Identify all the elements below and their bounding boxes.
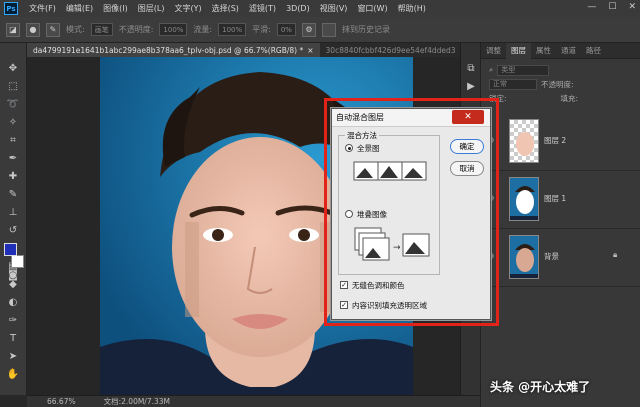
tab-label: 30c8840fcbbf426d9ee54ef4dded3 — [325, 45, 456, 55]
quick-mask-icon[interactable]: ◙ — [6, 268, 20, 282]
highlight-box — [324, 98, 499, 326]
menu-3d[interactable]: 3D(D) — [281, 4, 315, 13]
layer-row[interactable]: ◉ 图层 2 — [481, 113, 640, 171]
document-tabs: da4799191e1641b1abc299ae8b378aa6_tplv-ob… — [27, 43, 480, 57]
fill-label: 填充: — [560, 93, 579, 103]
close-icon[interactable]: ✕ — [628, 2, 636, 12]
eraser-tool-icon[interactable]: ◪ — [6, 22, 20, 37]
move-tool-icon[interactable]: ✥ — [6, 61, 20, 75]
panel-tabs: 调整 图层 属性 通道 路径 — [481, 42, 640, 59]
layer-name[interactable]: 图层 2 — [544, 135, 566, 146]
options-bar: ◪ ● ✎ 模式: 画笔 不透明度: 100% 流量: 100% 平滑: 0% … — [0, 17, 640, 43]
kind-filter-select[interactable]: 类型 — [497, 64, 550, 76]
history-panel-icon[interactable]: ⧉ — [464, 61, 478, 75]
flow-field[interactable]: 100% — [218, 23, 247, 36]
menu-help[interactable]: 帮助(H) — [393, 3, 431, 14]
layer-row[interactable]: ◉ 背景 🔒︎ — [481, 229, 640, 287]
menu-type[interactable]: 文字(Y) — [169, 3, 206, 14]
opacity-label: 不透明度: — [118, 25, 154, 34]
menu-view[interactable]: 视图(V) — [315, 3, 353, 14]
maximize-icon[interactable]: ☐ — [608, 2, 616, 12]
lock-row: 锁定: 填充: — [481, 91, 640, 105]
flow-label: 流量: — [193, 25, 213, 34]
lasso-tool-icon[interactable]: ➰ — [6, 97, 20, 111]
tab-paths[interactable]: 路径 — [581, 43, 606, 59]
layer-thumbnail — [509, 177, 539, 221]
minimize-icon[interactable]: — — [587, 2, 596, 12]
menu-bar: Ps 文件(F) 编辑(E) 图像(I) 图层(L) 文字(Y) 选择(S) 滤… — [0, 0, 640, 17]
history-label: 抹到历史记录 — [341, 25, 390, 34]
menu-layer[interactable]: 图层(L) — [133, 3, 170, 14]
brush-preset-icon[interactable]: ● — [26, 22, 40, 37]
tab-properties[interactable]: 属性 — [531, 43, 556, 59]
watermark-text: 头条 @开心太难了 — [490, 380, 591, 394]
search-icon: ⌕ — [489, 65, 494, 74]
actions-panel-icon[interactable]: ▶ — [464, 79, 478, 93]
ps-logo: Ps — [4, 2, 18, 15]
tab-adjustments[interactable]: 调整 — [481, 43, 506, 59]
toolbox: ✥ ⬚ ➰ ✧ ⌗ ✒ ✚ ✎ ⊥ ↺ ◪ ▤ ◆ ◐ ✑ T ➤ ✋ — [0, 43, 27, 395]
crop-tool-icon[interactable]: ⌗ — [6, 133, 20, 147]
smooth-field[interactable]: 0% — [276, 23, 296, 36]
foreground-color-swatch[interactable] — [4, 243, 17, 256]
tab-label: da4799191e1641b1abc299ae8b378aa6_tplv-ob… — [33, 45, 304, 55]
type-tool-icon[interactable]: T — [6, 331, 20, 345]
marquee-tool-icon[interactable]: ⬚ — [6, 79, 20, 93]
gear-icon[interactable]: ⚙ — [301, 22, 316, 37]
tab-channels[interactable]: 通道 — [556, 43, 581, 59]
pen-tool-icon[interactable]: ✑ — [6, 313, 20, 327]
hand-tool-icon[interactable]: ✋ — [6, 367, 20, 381]
brush-settings-icon[interactable]: ✎ — [46, 22, 60, 37]
layer-thumbnail — [509, 235, 539, 279]
history-brush-icon[interactable]: ↺ — [6, 223, 20, 237]
layer-thumbnail — [509, 119, 539, 163]
stamp-tool-icon[interactable]: ⊥ — [6, 205, 20, 219]
tab-document-inactive[interactable]: 30c8840fcbbf426d9ee54ef4dded3 — [320, 43, 462, 57]
healing-tool-icon[interactable]: ✚ — [6, 169, 20, 183]
tab-layers[interactable]: 图层 — [506, 42, 531, 59]
brush-tool-icon[interactable]: ✎ — [6, 187, 20, 201]
photoshop-window: Ps 文件(F) 编辑(E) 图像(I) 图层(L) 文字(Y) 选择(S) 滤… — [0, 0, 640, 407]
path-select-tool-icon[interactable]: ➤ — [6, 349, 20, 363]
background-color-swatch[interactable] — [11, 255, 24, 268]
menu-file[interactable]: 文件(F) — [24, 3, 61, 14]
status-bar: 66.67% 文档:2.00M/7.33M — [27, 395, 480, 407]
layer-row[interactable]: ◉ 图层 1 — [481, 171, 640, 229]
filter-row: ⌕ 类型 — [481, 63, 640, 77]
opacity-field[interactable]: 100% — [159, 23, 188, 36]
eyedropper-tool-icon[interactable]: ✒ — [6, 151, 20, 165]
window-controls: — ☐ ✕ — [587, 2, 636, 12]
tab-close-icon[interactable]: × — [307, 46, 313, 55]
layers-panel: 调整 图层 属性 通道 路径 ⌕ 类型 正常 不透明度: 锁定: 填充: ◉ 图… — [480, 42, 640, 407]
zoom-level[interactable]: 66.67% — [47, 397, 76, 406]
history-checkbox[interactable] — [321, 22, 336, 37]
mode-label: 模式: — [66, 25, 85, 34]
menu-window[interactable]: 窗口(W) — [352, 3, 392, 14]
mode-select[interactable]: 画笔 — [90, 23, 113, 36]
layer-name[interactable]: 背景 — [544, 251, 559, 262]
layer-name[interactable]: 图层 1 — [544, 193, 566, 204]
smooth-label: 平滑: — [252, 25, 271, 34]
dodge-tool-icon[interactable]: ◐ — [6, 295, 20, 309]
blend-mode-select[interactable]: 正常 — [489, 78, 537, 90]
menu-select[interactable]: 选择(S) — [207, 3, 244, 14]
menu-image[interactable]: 图像(I) — [98, 3, 133, 14]
document-size: 文档:2.00M/7.33M — [103, 397, 171, 406]
blend-row: 正常 不透明度: — [481, 77, 640, 91]
tab-document-active[interactable]: da4799191e1641b1abc299ae8b378aa6_tplv-ob… — [27, 43, 320, 57]
quick-select-tool-icon[interactable]: ✧ — [6, 115, 20, 129]
menu-edit[interactable]: 编辑(E) — [61, 3, 98, 14]
menu-filter[interactable]: 滤镜(T) — [244, 3, 281, 14]
opacity-label: 不透明度: — [541, 79, 574, 89]
lock-icon: 🔒︎ — [613, 250, 618, 259]
